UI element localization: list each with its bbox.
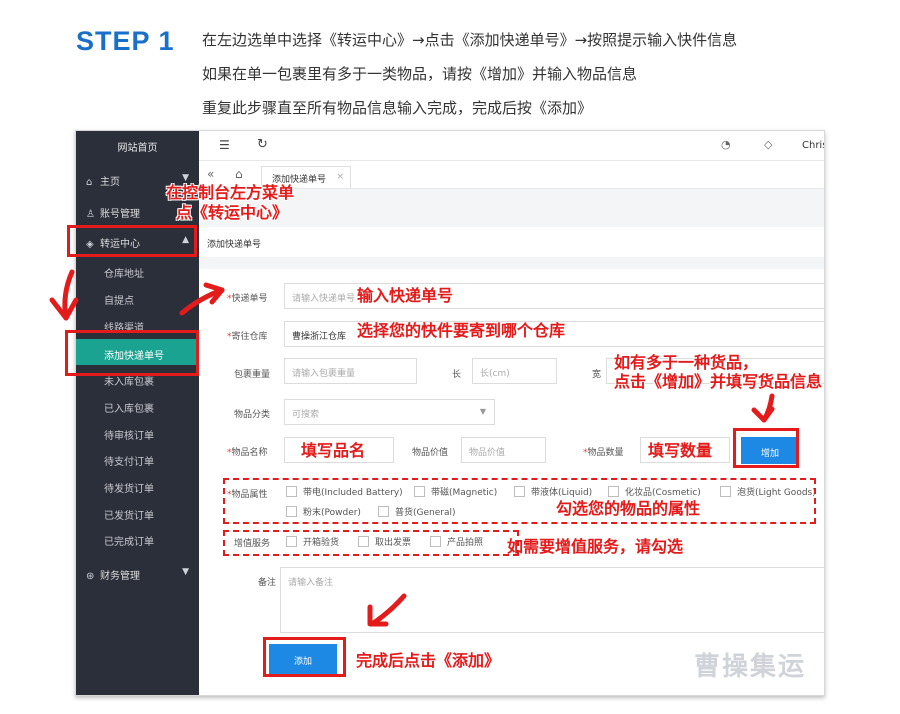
arrow-to-add-head [751, 406, 775, 423]
arrow-to-submit [369, 593, 407, 627]
annotation-arrows [49, 269, 775, 627]
